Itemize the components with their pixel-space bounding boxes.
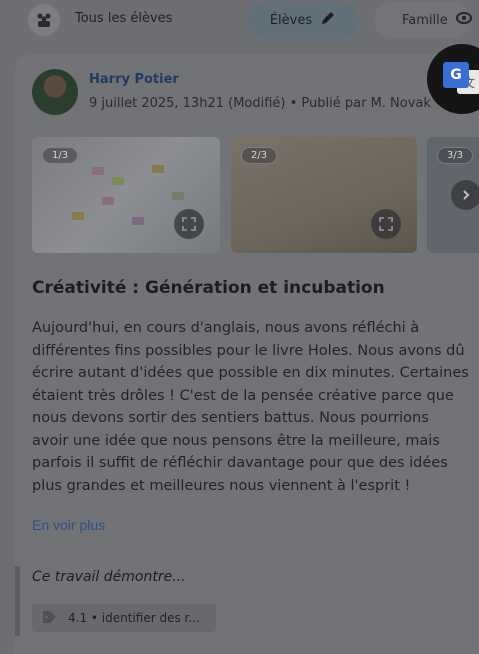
skill-tag-label: 4.1 • identifier des r... (68, 611, 200, 625)
skill-tag[interactable]: 4.1 • identifier des r... (32, 604, 216, 632)
expand-icon[interactable] (174, 209, 204, 239)
pencil-icon (320, 10, 336, 30)
expand-icon[interactable] (371, 209, 401, 239)
famille-tab[interactable]: Famille (374, 2, 472, 38)
eleves-tab[interactable]: Élèves (247, 2, 359, 38)
audience-bar: Tous les élèves Élèves Famille (0, 0, 479, 44)
chevron-right-icon[interactable] (451, 180, 479, 210)
media-thumbnail[interactable]: 1/3 (32, 137, 220, 253)
demonstrates-title: Ce travail démontre... (32, 569, 186, 585)
tag-icon (42, 610, 58, 627)
avatar[interactable] (32, 69, 78, 115)
famille-tab-label: Famille (402, 12, 448, 28)
media-counter: 3/3 (437, 147, 474, 164)
eleves-tab-label: Élèves (269, 12, 313, 28)
media-thumbnail[interactable]: 2/3 (231, 137, 417, 253)
audience-label: Tous les élèves (75, 11, 173, 26)
media-counter: 2/3 (241, 147, 278, 164)
section-divider (15, 566, 20, 636)
post-title: Créativité : Génération et incubation (32, 278, 385, 298)
see-more-link[interactable]: En voir plus (32, 517, 105, 533)
post-body: Aujourd'hui, en cours d'anglais, nous av… (32, 320, 469, 494)
post-meta: 9 juillet 2025, 13h21 (Modifié) • Publié… (89, 96, 431, 111)
group-icon (28, 4, 60, 36)
media-counter: 1/3 (42, 147, 79, 164)
author-name[interactable]: Harry Potier (89, 72, 179, 87)
eye-icon (455, 12, 472, 28)
